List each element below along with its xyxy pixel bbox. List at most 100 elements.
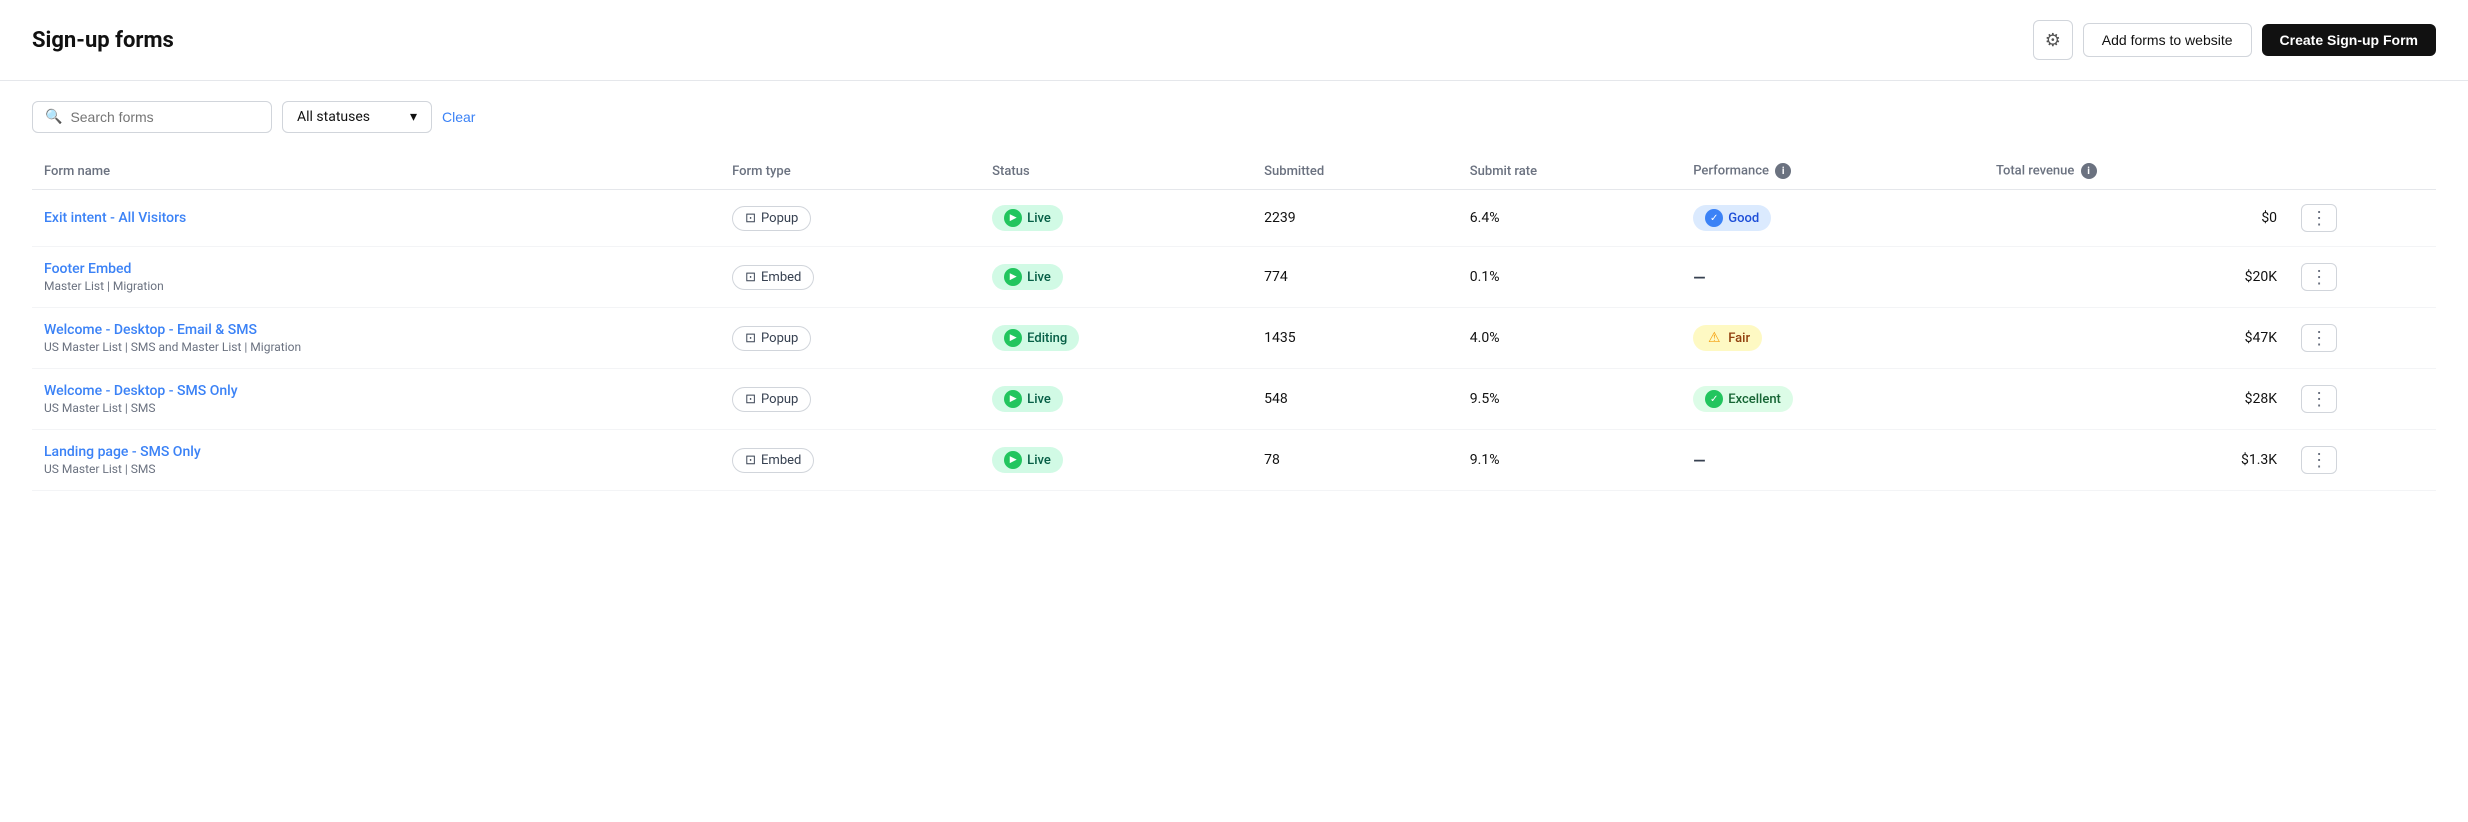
type-icon: ⊡ [745,331,756,346]
check-icon: ✓ [1705,390,1723,408]
submitted-cell: 1435 [1252,308,1458,369]
page-header: Sign-up forms ⚙ Add forms to website Cre… [0,0,2468,81]
status-badge: ▶ Live [992,386,1063,412]
forms-table: Form name Form type Status Submitted Sub… [32,153,2436,491]
submitted-cell: 548 [1252,369,1458,430]
col-form-name: Form name [32,153,720,190]
play-icon: ▶ [1004,329,1022,347]
table-row: Exit intent - All Visitors ⊡ Popup ▶ Live 2… [32,190,2436,247]
col-submitted: Submitted [1252,153,1458,190]
revenue-cell: $28K [1984,369,2289,430]
table-row: Welcome - Desktop - SMS Only US Master Li… [32,369,2436,430]
more-options-button[interactable]: ⋮ [2301,263,2337,291]
table-row: Welcome - Desktop - Email & SMS US Master… [32,308,2436,369]
clear-button[interactable]: Clear [442,109,475,125]
type-icon: ⊡ [745,270,756,285]
table-header: Form name Form type Status Submitted Sub… [32,153,2436,190]
status-badge: ▶ Live [992,447,1063,473]
submitted-cell: 774 [1252,247,1458,308]
submitted-cell: 2239 [1252,190,1458,247]
performance-badge: ✓ Excellent [1693,386,1793,412]
performance-cell: — [1681,430,1984,491]
submit-rate-cell: 6.4% [1458,190,1681,247]
col-form-type: Form type [720,153,980,190]
performance-dash: — [1693,268,1705,287]
revenue-cell: $47K [1984,308,2289,369]
more-options-button[interactable]: ⋮ [2301,446,2337,474]
type-badge: ⊡ Embed [732,265,814,290]
form-sub-label: Master List | Migration [44,279,708,293]
submit-rate-cell: 4.0% [1458,308,1681,369]
type-icon: ⊡ [745,211,756,226]
form-name-link[interactable]: Footer Embed [44,261,131,277]
form-name-link[interactable]: Welcome - Desktop - Email & SMS [44,322,257,338]
performance-badge: ⚠ Fair [1693,325,1762,351]
search-icon: 🔍 [45,109,62,125]
play-icon: ▶ [1004,268,1022,286]
type-badge: ⊡ Embed [732,448,814,473]
type-icon: ⊡ [745,392,756,407]
col-actions [2289,153,2436,190]
form-name-cell: Welcome - Desktop - Email & SMS US Master… [32,308,720,369]
form-name-link[interactable]: Landing page - SMS Only [44,444,201,460]
performance-cell: — [1681,247,1984,308]
col-performance: Performance i [1681,153,1984,190]
form-sub-label: US Master List | SMS and Master List | M… [44,340,708,354]
status-badge: ▶ Live [992,205,1063,231]
form-name-cell: Landing page - SMS OnlyUS Master List | … [32,430,720,491]
status-filter-select[interactable]: All statuses ▾ [282,101,432,133]
status-cell: ▶ Live [980,430,1252,491]
check-icon: ✓ [1705,209,1723,227]
performance-info-icon[interactable]: i [1775,163,1791,179]
status-cell: ▶ Live [980,190,1252,247]
revenue-cell: $0 [1984,190,2289,247]
settings-button[interactable]: ⚙ [2033,20,2073,60]
gear-icon: ⚙ [2045,30,2061,51]
form-type-cell: ⊡ Popup [720,190,980,247]
performance-cell: ⚠ Fair [1681,308,1984,369]
more-options-button[interactable]: ⋮ [2301,204,2337,232]
type-icon: ⊡ [745,453,756,468]
form-type-cell: ⊡ Embed [720,247,980,308]
submit-rate-cell: 9.5% [1458,369,1681,430]
form-type-cell: ⊡ Embed [720,430,980,491]
form-sub-label: US Master List | SMS [44,401,708,415]
performance-dash: — [1693,451,1705,470]
page-title: Sign-up forms [32,28,174,53]
actions-cell: ⋮ [2289,247,2436,308]
more-options-button[interactable]: ⋮ [2301,324,2337,352]
status-cell: ▶ Editing [980,308,1252,369]
toolbar: 🔍 All statuses ▾ Clear [0,81,2468,143]
warning-icon: ⚠ [1705,329,1723,347]
table-row: Landing page - SMS OnlyUS Master List | … [32,430,2436,491]
play-icon: ▶ [1004,209,1022,227]
status-select-label: All statuses [297,109,370,125]
chevron-down-icon: ▾ [410,109,417,125]
create-signup-form-button[interactable]: Create Sign-up Form [2262,24,2436,56]
table-body: Exit intent - All Visitors ⊡ Popup ▶ Live 2… [32,190,2436,491]
status-cell: ▶ Live [980,369,1252,430]
submit-rate-cell: 9.1% [1458,430,1681,491]
form-type-cell: ⊡ Popup [720,308,980,369]
form-name-cell: Welcome - Desktop - SMS Only US Master Li… [32,369,720,430]
type-badge: ⊡ Popup [732,206,811,231]
forms-table-container: Form name Form type Status Submitted Sub… [0,143,2468,501]
revenue-cell: $20K [1984,247,2289,308]
submitted-cell: 78 [1252,430,1458,491]
form-name-link[interactable]: Welcome - Desktop - SMS Only [44,383,238,399]
performance-badge: ✓ Good [1693,205,1771,231]
form-name-link[interactable]: Exit intent - All Visitors [44,210,186,226]
col-submit-rate: Submit rate [1458,153,1681,190]
actions-cell: ⋮ [2289,430,2436,491]
actions-cell: ⋮ [2289,369,2436,430]
more-options-button[interactable]: ⋮ [2301,385,2337,413]
revenue-info-icon[interactable]: i [2081,163,2097,179]
add-forms-button[interactable]: Add forms to website [2083,23,2252,57]
performance-cell: ✓ Excellent [1681,369,1984,430]
type-badge: ⊡ Popup [732,326,811,351]
play-icon: ▶ [1004,390,1022,408]
type-badge: ⊡ Popup [732,387,811,412]
performance-cell: ✓ Good [1681,190,1984,247]
form-name-cell: Exit intent - All Visitors [32,190,720,247]
search-input[interactable] [70,109,259,125]
